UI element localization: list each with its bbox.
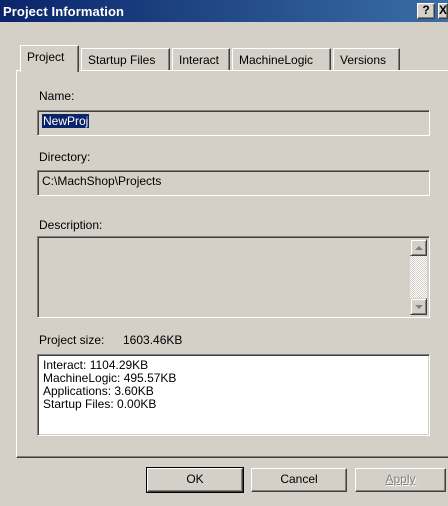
ok-button[interactable]: OK [146, 467, 244, 493]
directory-field[interactable]: C:\MachShop\Projects [37, 170, 430, 196]
name-field[interactable]: NewProj [37, 110, 430, 136]
name-value: NewProj [42, 114, 90, 128]
description-scrollbar[interactable] [410, 239, 427, 315]
scroll-down-button[interactable] [410, 298, 427, 315]
list-item: Startup Files: 0.00KB [43, 397, 157, 411]
tab-startup-files[interactable]: Startup Files [81, 48, 170, 71]
tab-versions[interactable]: Versions [333, 48, 400, 71]
tab-machinelogic[interactable]: MachineLogic [232, 48, 331, 71]
cancel-label: Cancel [280, 472, 318, 486]
scroll-up-button[interactable] [410, 239, 427, 256]
tab-project[interactable]: Project [20, 45, 79, 72]
size-breakdown-list[interactable]: Interact: 1104.29KB MachineLogic: 495.57… [37, 354, 430, 436]
apply-label: Apply [385, 472, 416, 486]
description-textarea[interactable] [37, 236, 430, 318]
directory-value: C:\MachShop\Projects [42, 174, 162, 188]
cancel-button[interactable]: Cancel [251, 468, 347, 492]
arrow-down-icon [414, 304, 423, 309]
arrow-up-icon [414, 245, 423, 250]
window-title: Project Information [3, 3, 125, 19]
help-button[interactable]: ? [417, 3, 435, 19]
ok-label: OK [186, 472, 204, 486]
title-bar[interactable]: Project Information ? X [0, 0, 448, 22]
apply-button[interactable]: Apply [355, 468, 446, 492]
close-button[interactable]: X [438, 3, 448, 19]
tab-interact[interactable]: Interact [172, 48, 230, 71]
